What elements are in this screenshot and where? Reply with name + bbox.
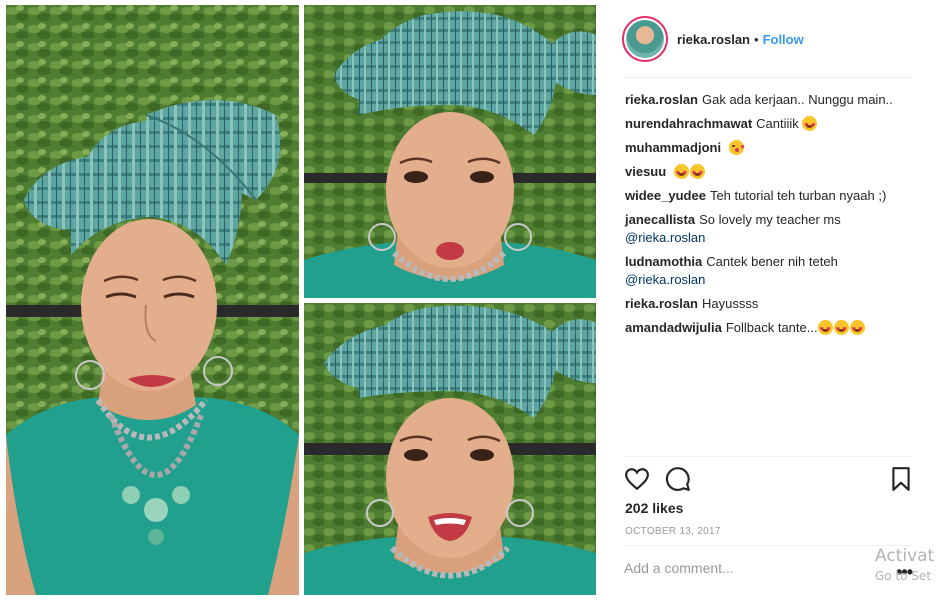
- comment-username[interactable]: muhammadjoni: [625, 140, 721, 155]
- photo-kiss-illustration: [304, 5, 596, 298]
- comment-text: Cantek bener nih teteh: [706, 254, 838, 269]
- photo-kiss: [304, 5, 596, 298]
- comment-item: muhammadjoni: [625, 139, 921, 157]
- comment-text: So lovely my teacher ms: [699, 212, 841, 227]
- comments-list: rieka.roslan Gak ada kerjaan.. Nunggu mai…: [625, 91, 921, 343]
- comment-item: amandadwijulia Follback tante...: [625, 319, 921, 339]
- add-comment-box: •••: [624, 560, 916, 586]
- bookmark-icon[interactable]: [890, 466, 912, 492]
- post-header: rieka.roslan • Follow: [622, 15, 804, 63]
- photo-eyes-closed-illustration: [6, 5, 299, 595]
- comment-box-divider: [624, 545, 912, 546]
- heart-eyes-emoji-icon: [673, 164, 689, 183]
- kiss-emoji-icon: [728, 139, 745, 157]
- more-options-icon[interactable]: •••: [896, 562, 913, 583]
- post-photo-collage[interactable]: [0, 0, 600, 600]
- header-username[interactable]: rieka.roslan: [677, 32, 750, 47]
- photo-smile-illustration: [304, 303, 596, 595]
- comment-text: Follback tante...: [725, 320, 818, 335]
- heart-eyes-emoji-icon: [833, 320, 849, 339]
- post-actions: [624, 466, 912, 492]
- post-date: OCTOBER 13, 2017: [625, 526, 721, 537]
- comment-item: rieka.roslan Gak ada kerjaan.. Nunggu mai…: [625, 91, 921, 109]
- likes-count[interactable]: 202 likes: [625, 500, 683, 516]
- avatar-image: [626, 20, 664, 58]
- speech-bubble-icon[interactable]: [665, 466, 691, 492]
- heart-eyes-emoji-icon: [817, 320, 833, 339]
- heart-eyes-emoji-icon: [689, 164, 705, 183]
- comment-item: rieka.roslan Hayussss: [625, 295, 921, 313]
- comment-item: widee_yudee Teh tutorial teh turban nyaah…: [625, 187, 921, 205]
- comment-mention-link[interactable]: @rieka.roslan: [625, 230, 705, 245]
- comment-item: janecallista So lovely my teacher ms @rie…: [625, 211, 921, 247]
- heart-eyes-emoji-icon: [802, 116, 818, 135]
- comment-username[interactable]: viesuu: [625, 164, 666, 179]
- comment-text: Hayussss: [702, 296, 759, 311]
- heart-outline-icon[interactable]: [624, 466, 650, 492]
- comment-username[interactable]: amandadwijulia: [625, 320, 722, 335]
- add-comment-input[interactable]: [624, 560, 884, 576]
- actions-divider: [624, 456, 912, 457]
- comment-item: ludnamothia Cantek bener nih teteh @rieka…: [625, 253, 921, 289]
- photo-smile: [304, 303, 596, 595]
- comment-item: viesuu: [625, 163, 921, 183]
- comment-username[interactable]: janecallista: [625, 212, 695, 227]
- comment-username[interactable]: rieka.roslan: [625, 296, 698, 311]
- post-side-panel: rieka.roslan • Follow rieka.roslan Gak ad…: [600, 0, 936, 600]
- comment-text: Teh tutorial teh turban nyaah ;): [709, 188, 887, 203]
- header-divider: [624, 77, 912, 78]
- comment-username[interactable]: ludnamothia: [625, 254, 702, 269]
- comment-username[interactable]: nurendahrachmawat: [625, 116, 752, 131]
- avatar[interactable]: [622, 16, 668, 62]
- comment-username[interactable]: rieka.roslan: [625, 92, 698, 107]
- comment-text: Gak ada kerjaan.. Nunggu main..: [702, 92, 893, 107]
- comment-username[interactable]: widee_yudee: [625, 188, 706, 203]
- comment-text: Cantiiik: [756, 116, 799, 131]
- heart-eyes-emoji-icon: [849, 320, 865, 339]
- comment-item: nurendahrachmawat Cantiiik: [625, 115, 921, 135]
- header-separator: •: [754, 31, 759, 47]
- follow-button[interactable]: Follow: [763, 32, 804, 47]
- comment-mention-link[interactable]: @rieka.roslan: [625, 272, 705, 287]
- photo-eyes-closed: [6, 5, 299, 595]
